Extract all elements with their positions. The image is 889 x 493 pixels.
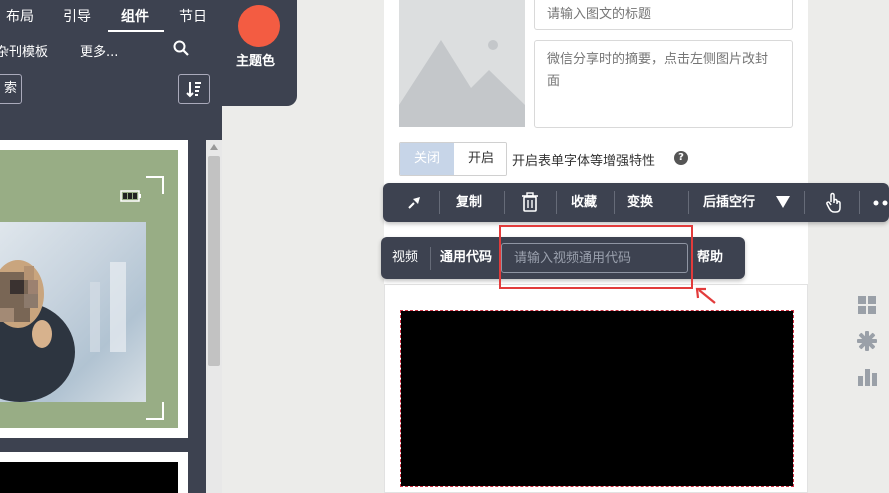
video-player-area[interactable] [400, 310, 794, 487]
toolbar-divider [614, 191, 615, 214]
grid-icon[interactable] [856, 294, 878, 316]
template-card[interactable] [0, 140, 188, 438]
person-photo-illustration [0, 260, 126, 402]
gear-icon[interactable] [856, 330, 878, 352]
cover-image-placeholder[interactable] [399, 0, 525, 127]
help-question-icon[interactable]: ? [674, 151, 688, 165]
copy-button[interactable]: 复制 [456, 183, 482, 222]
left-panel: 布局 引导 组件 节日 杂刊模板 更多... 索 [0, 0, 222, 493]
pin-icon[interactable] [405, 194, 423, 212]
toolbar-divider [556, 191, 557, 214]
touch-pointer-icon[interactable] [825, 192, 843, 214]
bar-chart-icon[interactable] [856, 366, 878, 388]
toolbar-divider [859, 191, 860, 214]
enhance-toggle: 关闭 开启 [399, 142, 507, 176]
search-button[interactable]: 索 [0, 74, 22, 104]
sort-button[interactable] [178, 74, 210, 104]
theme-color-label: 主题色 [236, 54, 276, 69]
toggle-description: 开启表单字体等增强特性 [512, 154, 656, 169]
caret-down-icon[interactable] [776, 196, 790, 208]
right-side-tools [856, 294, 878, 394]
tab-layout[interactable]: 布局 [6, 6, 34, 26]
image-placeholder-icon [399, 40, 525, 127]
template-card[interactable] [0, 452, 188, 493]
article-title-input[interactable] [534, 0, 793, 30]
toolbar-divider [804, 191, 805, 214]
universal-code-label[interactable]: 通用代码 [440, 237, 492, 279]
toggle-off-button[interactable]: 关闭 [400, 143, 454, 175]
template-list [0, 140, 206, 493]
tab-components[interactable]: 组件 [121, 6, 149, 26]
help-button[interactable]: 帮助 [697, 237, 723, 279]
template-card-frame [0, 150, 178, 428]
template-card-frame [0, 462, 178, 493]
subnav-template-link[interactable]: 杂刊模板 [0, 41, 48, 60]
annotation-arrow-icon [695, 287, 716, 304]
frame-corner [146, 402, 164, 420]
battery-icon [120, 190, 141, 202]
sort-icon [186, 82, 201, 98]
theme-color-button[interactable] [238, 5, 280, 47]
scrollbar-thumb[interactable] [208, 156, 220, 366]
frame-corner [146, 176, 164, 194]
toolbar-divider [439, 191, 440, 214]
toolbar-divider [504, 191, 505, 214]
video-block [384, 284, 808, 493]
block-action-toolbar: 复制 收藏 变换 后插空行 [383, 183, 889, 222]
video-label: 视频 [392, 250, 419, 265]
toggle-on-button[interactable]: 开启 [454, 143, 506, 175]
tab-festival[interactable]: 节日 [179, 6, 207, 26]
highlight-annotation-box [499, 225, 693, 289]
scroll-up-icon[interactable] [209, 143, 219, 151]
more-dots-icon[interactable] [873, 200, 889, 206]
insert-blank-line-button[interactable]: 后插空行 [703, 183, 755, 222]
theme-color-panel: 主题色 [222, 0, 297, 106]
search-icon[interactable] [173, 40, 189, 56]
component-nav: 布局 引导 组件 节日 [0, 0, 222, 34]
share-summary-input[interactable] [534, 40, 793, 128]
transform-button[interactable]: 变换 [627, 183, 653, 222]
tab-guide[interactable]: 引导 [63, 6, 91, 26]
toolbar-divider [688, 191, 689, 214]
subnav-more-link[interactable]: 更多... [80, 41, 118, 60]
template-list-scrollbar[interactable] [206, 140, 222, 493]
toolbar-divider [430, 247, 431, 270]
favorite-button[interactable]: 收藏 [571, 183, 597, 222]
active-tab-indicator [108, 30, 164, 32]
trash-icon[interactable] [521, 192, 539, 212]
template-photo [0, 222, 146, 402]
